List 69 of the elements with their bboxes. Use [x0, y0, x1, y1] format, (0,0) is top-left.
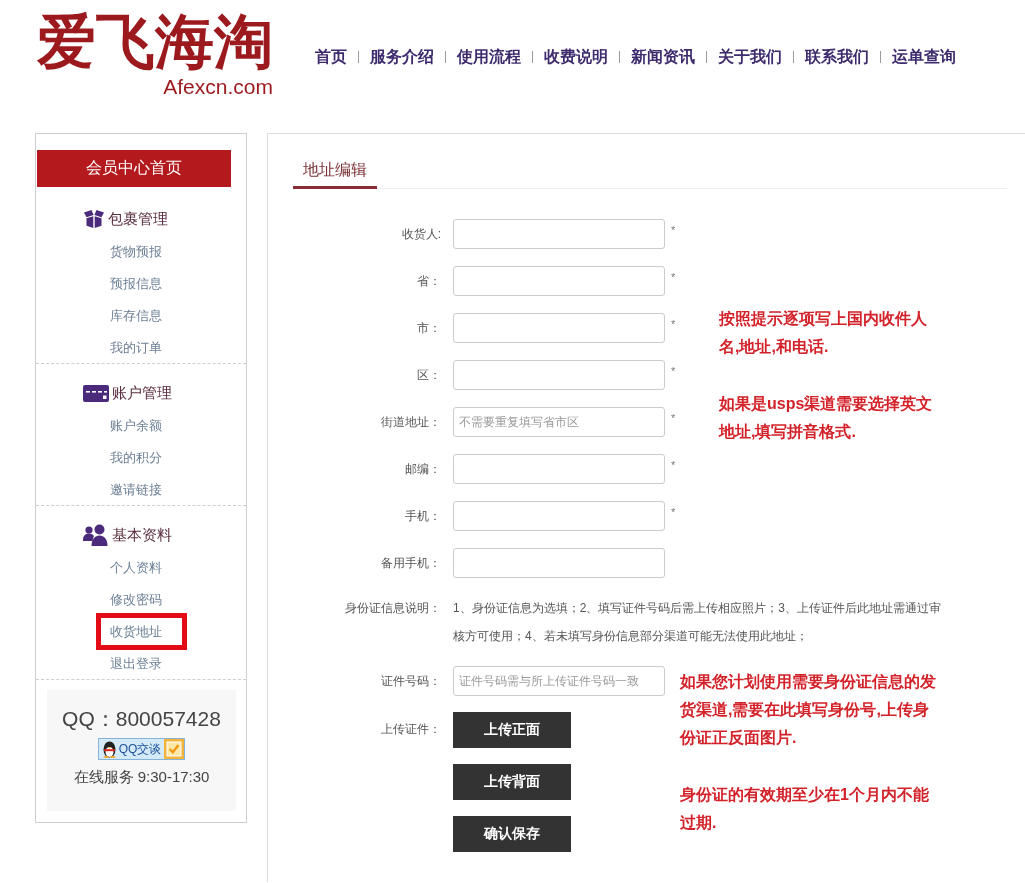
form-label: 街道地址：	[380, 413, 441, 431]
form-label: 备用手机：	[380, 554, 441, 572]
form-label: 邮编：	[404, 460, 441, 478]
checkmark-icon	[164, 739, 185, 759]
annotation-text: 如果您计划使用需要身份证信息的发 货渠道,需要在此填写身份号,上传身 份证正反面图片.	[680, 672, 936, 748]
input-field[interactable]	[453, 313, 665, 343]
annotation-text: 按照提示逐项写上国内收件人 名,地址,和电话.	[719, 309, 927, 357]
form-label: 区：	[416, 366, 441, 384]
required-mark: *	[671, 318, 676, 330]
form-label: 身份证信息说明：	[344, 600, 441, 617]
required-mark: *	[671, 365, 676, 377]
annotation-text: 身份证的有效期至少在1个月内不能 过期.	[680, 785, 929, 833]
sidebar-link[interactable]: 修改密码	[110, 589, 162, 609]
member-home-button[interactable]: 会员中心首页	[37, 150, 231, 187]
form-label: 上传证件：	[380, 721, 441, 738]
form-label: 收货人:	[400, 225, 441, 243]
form-label: 证件号码：	[380, 672, 441, 690]
required-mark: *	[671, 412, 676, 424]
service-hours: 在线服务 9:30-17:30	[73, 767, 210, 787]
input-field[interactable]	[453, 360, 665, 390]
form-label: 手机：	[404, 507, 441, 525]
form-label: 省：	[416, 272, 441, 290]
nav-link[interactable]: 首页	[315, 46, 347, 68]
input-field[interactable]: 不需要重复填写省市区	[453, 407, 665, 437]
nav-link[interactable]: 使用流程	[457, 46, 521, 68]
nav-link[interactable]: 联系我们	[805, 46, 869, 68]
annotation-text: 如果是usps渠道需要选择英文 地址,填写拼音格式.	[719, 394, 933, 442]
box-icon	[83, 210, 105, 228]
id-note-text: 1、身份证信息为选填；2、填写证件号码后需上传相应照片；3、上传证件后此地址需通过审 核方可使用；4、若未填写身份信息部分渠道可能无法使用此地址；	[453, 600, 942, 645]
required-mark: *	[671, 459, 676, 471]
input-field[interactable]: 证件号码需与所上传证件号码一致	[453, 666, 665, 696]
sidebar-link[interactable]: 个人资料	[110, 557, 162, 577]
sidebar-link[interactable]: 退出登录	[110, 653, 162, 673]
input-field[interactable]	[453, 266, 665, 296]
upload-button[interactable]: 上传正面	[453, 712, 571, 748]
nav-link[interactable]: 服务介绍	[370, 46, 434, 68]
logo-wordmark[interactable]: 爱飞海淘	[37, 10, 273, 74]
required-mark: *	[671, 271, 676, 283]
section-heading: 包裹管理	[108, 209, 168, 229]
logo-domain: Afexcn.com	[163, 75, 273, 99]
input-field[interactable]	[453, 548, 665, 578]
sidebar-link[interactable]: 账户余额	[110, 415, 162, 435]
nav-link[interactable]: 运单查询	[892, 46, 956, 68]
required-mark: *	[671, 506, 676, 518]
input-field[interactable]	[453, 454, 665, 484]
sidebar-link[interactable]: 邀请链接	[110, 479, 162, 499]
save-button[interactable]: 确认保存	[453, 816, 571, 852]
sidebar-link[interactable]: 我的订单	[110, 337, 162, 357]
sidebar-link[interactable]: 货物预报	[110, 241, 162, 261]
form-label: 市：	[416, 319, 441, 337]
qq-number: QQ：800057428	[62, 706, 221, 732]
sidebar-link[interactable]: 库存信息	[110, 305, 162, 325]
input-field[interactable]	[453, 219, 665, 249]
input-field[interactable]	[453, 501, 665, 531]
section-heading: 基本资料	[112, 525, 172, 545]
section-heading: 账户管理	[112, 383, 172, 403]
nav-link[interactable]: 收费说明	[544, 46, 608, 68]
qq-chat-button[interactable]: QQ交谈	[97, 738, 186, 760]
card-icon	[83, 384, 109, 402]
nav-link[interactable]: 关于我们	[718, 46, 782, 68]
upload-button[interactable]: 上传背面	[453, 764, 571, 800]
nav-link[interactable]: 新闻资讯	[631, 46, 695, 68]
users-icon	[83, 524, 109, 546]
sidebar-link[interactable]: 我的积分	[110, 447, 162, 467]
penguin-icon	[101, 740, 117, 758]
sidebar-link[interactable]: 收货地址	[96, 612, 187, 650]
sidebar-link[interactable]: 预报信息	[110, 273, 162, 293]
required-mark: *	[671, 224, 676, 236]
tab[interactable]: 地址编辑	[293, 150, 377, 189]
